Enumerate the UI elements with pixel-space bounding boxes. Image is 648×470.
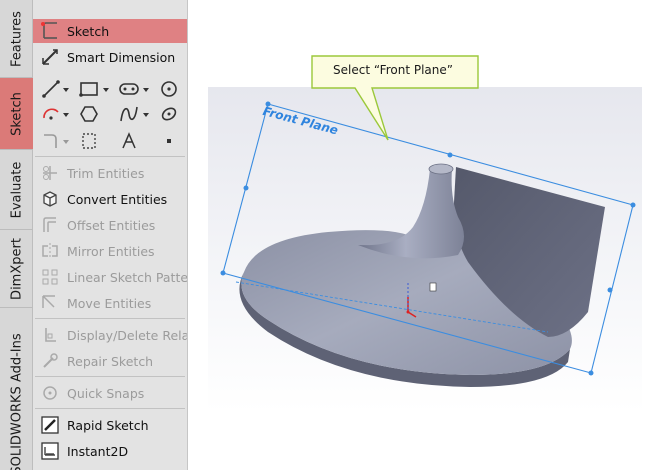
slot-button[interactable]: [117, 78, 141, 100]
point-button[interactable]: [157, 130, 181, 152]
rapid-sketch-button[interactable]: Rapid Sketch: [33, 413, 187, 437]
tab-dimxpert-label: DimXpert: [9, 237, 24, 300]
tab-features-label: Features: [9, 10, 24, 67]
polygon-icon: [80, 106, 98, 122]
repair-sketch-label: Repair Sketch: [67, 353, 154, 369]
slot-dropdown-icon[interactable]: [143, 88, 149, 92]
sketch-label: Sketch: [67, 23, 110, 39]
repair-sketch-button[interactable]: Repair Sketch: [33, 349, 187, 373]
tab-evaluate[interactable]: Evaluate: [0, 150, 33, 230]
convert-entities-label: Convert Entities: [67, 191, 168, 207]
tab-features[interactable]: Features: [0, 0, 33, 78]
rapid-sketch-icon: [39, 414, 61, 436]
fillet-button[interactable]: [39, 130, 63, 152]
spline-button[interactable]: [117, 103, 141, 125]
separator: [35, 408, 185, 409]
command-manager-tabs: Features Sketch Evaluate DimXpert SOLIDW…: [0, 0, 33, 470]
rectangle-icon: [79, 82, 98, 97]
text-button[interactable]: [117, 130, 141, 152]
spline-dropdown-icon[interactable]: [143, 113, 149, 117]
smart-dimension-label: Smart Dimension: [67, 49, 176, 65]
cursor-icon: [429, 282, 437, 292]
circle-icon: [161, 81, 177, 97]
rectangle-dropdown-icon[interactable]: [103, 88, 109, 92]
instant2d-icon: [39, 440, 61, 462]
tab-addins[interactable]: SOLIDWORKS Add-Ins: [0, 308, 33, 470]
text-icon: [122, 132, 136, 149]
convert-entities-icon: [39, 188, 61, 210]
linear-sketch-pattern-button[interactable]: Linear Sketch Patter: [33, 265, 188, 289]
move-entities-label: Move Entities: [67, 295, 152, 311]
linear-sketch-pattern-label: Linear Sketch Patter: [67, 269, 188, 285]
trim-entities-button[interactable]: Trim Entities: [33, 161, 187, 185]
mirror-entities-label: Mirror Entities: [67, 243, 155, 259]
quick-snaps-icon: [39, 382, 61, 404]
tab-evaluate-label: Evaluate: [9, 161, 24, 218]
point-icon: [167, 139, 171, 143]
tab-sketch[interactable]: Sketch: [0, 78, 33, 150]
line-icon: [42, 80, 60, 98]
fillet-icon: [44, 134, 57, 148]
rapid-sketch-label: Rapid Sketch: [67, 417, 149, 433]
offset-entities-label: Offset Entities: [67, 217, 156, 233]
spline-icon: [120, 106, 138, 122]
slot-icon: [119, 83, 139, 95]
separator: [35, 376, 185, 377]
trim-entities-label: Trim Entities: [67, 165, 145, 181]
construction-geometry-icon: [82, 133, 96, 149]
display-delete-relations-icon: [39, 324, 61, 346]
arc-dropdown-icon[interactable]: [63, 113, 69, 117]
trim-entities-icon: [39, 162, 61, 184]
circle-button[interactable]: [157, 78, 181, 100]
separator: [35, 318, 185, 319]
construction-geometry-button[interactable]: [77, 130, 101, 152]
separator: [35, 156, 185, 157]
tab-dimxpert[interactable]: DimXpert: [0, 230, 33, 308]
offset-entities-icon: [39, 214, 61, 236]
mirror-entities-icon: [39, 240, 61, 262]
mirror-entities-button[interactable]: Mirror Entities: [33, 239, 187, 263]
arc-icon: [43, 108, 59, 120]
arc-button[interactable]: [39, 103, 63, 125]
ellipse-icon: [161, 107, 177, 121]
display-delete-relations-button[interactable]: Display/Delete Relat: [33, 323, 188, 347]
sketch-button[interactable]: Sketch: [33, 19, 187, 43]
line-dropdown-icon[interactable]: [63, 88, 69, 92]
ellipse-button[interactable]: [157, 103, 181, 125]
move-entities-icon: [39, 292, 61, 314]
linear-sketch-pattern-icon: [39, 266, 61, 288]
tab-addins-label: SOLIDWORKS Add-Ins: [9, 333, 24, 470]
smart-dimension-button[interactable]: Smart Dimension: [33, 45, 187, 69]
polygon-button[interactable]: [77, 103, 101, 125]
display-delete-relations-label: Display/Delete Relat: [67, 327, 188, 343]
sketch-icon: [39, 20, 61, 42]
quick-snaps-button[interactable]: Quick Snaps: [33, 381, 187, 405]
tab-sketch-label: Sketch: [9, 91, 24, 136]
fillet-dropdown-icon[interactable]: [63, 140, 69, 144]
instant2d-label: Instant2D: [67, 443, 129, 459]
move-entities-button[interactable]: Move Entities: [33, 291, 187, 315]
rectangle-button[interactable]: [77, 78, 101, 100]
line-button[interactable]: [39, 78, 63, 100]
callout-text: Select “Front Plane”: [333, 63, 453, 77]
part-model[interactable]: [239, 163, 605, 387]
instant2d-button[interactable]: Instant2D: [33, 439, 187, 463]
convert-entities-button[interactable]: Convert Entities: [33, 187, 187, 211]
repair-sketch-icon: [39, 350, 61, 372]
smart-dimension-icon: [39, 46, 61, 68]
offset-entities-button[interactable]: Offset Entities: [33, 213, 187, 237]
quick-snaps-label: Quick Snaps: [67, 385, 145, 401]
command-panel: Sketch Smart Dimension Trim Entities Con…: [33, 0, 188, 470]
